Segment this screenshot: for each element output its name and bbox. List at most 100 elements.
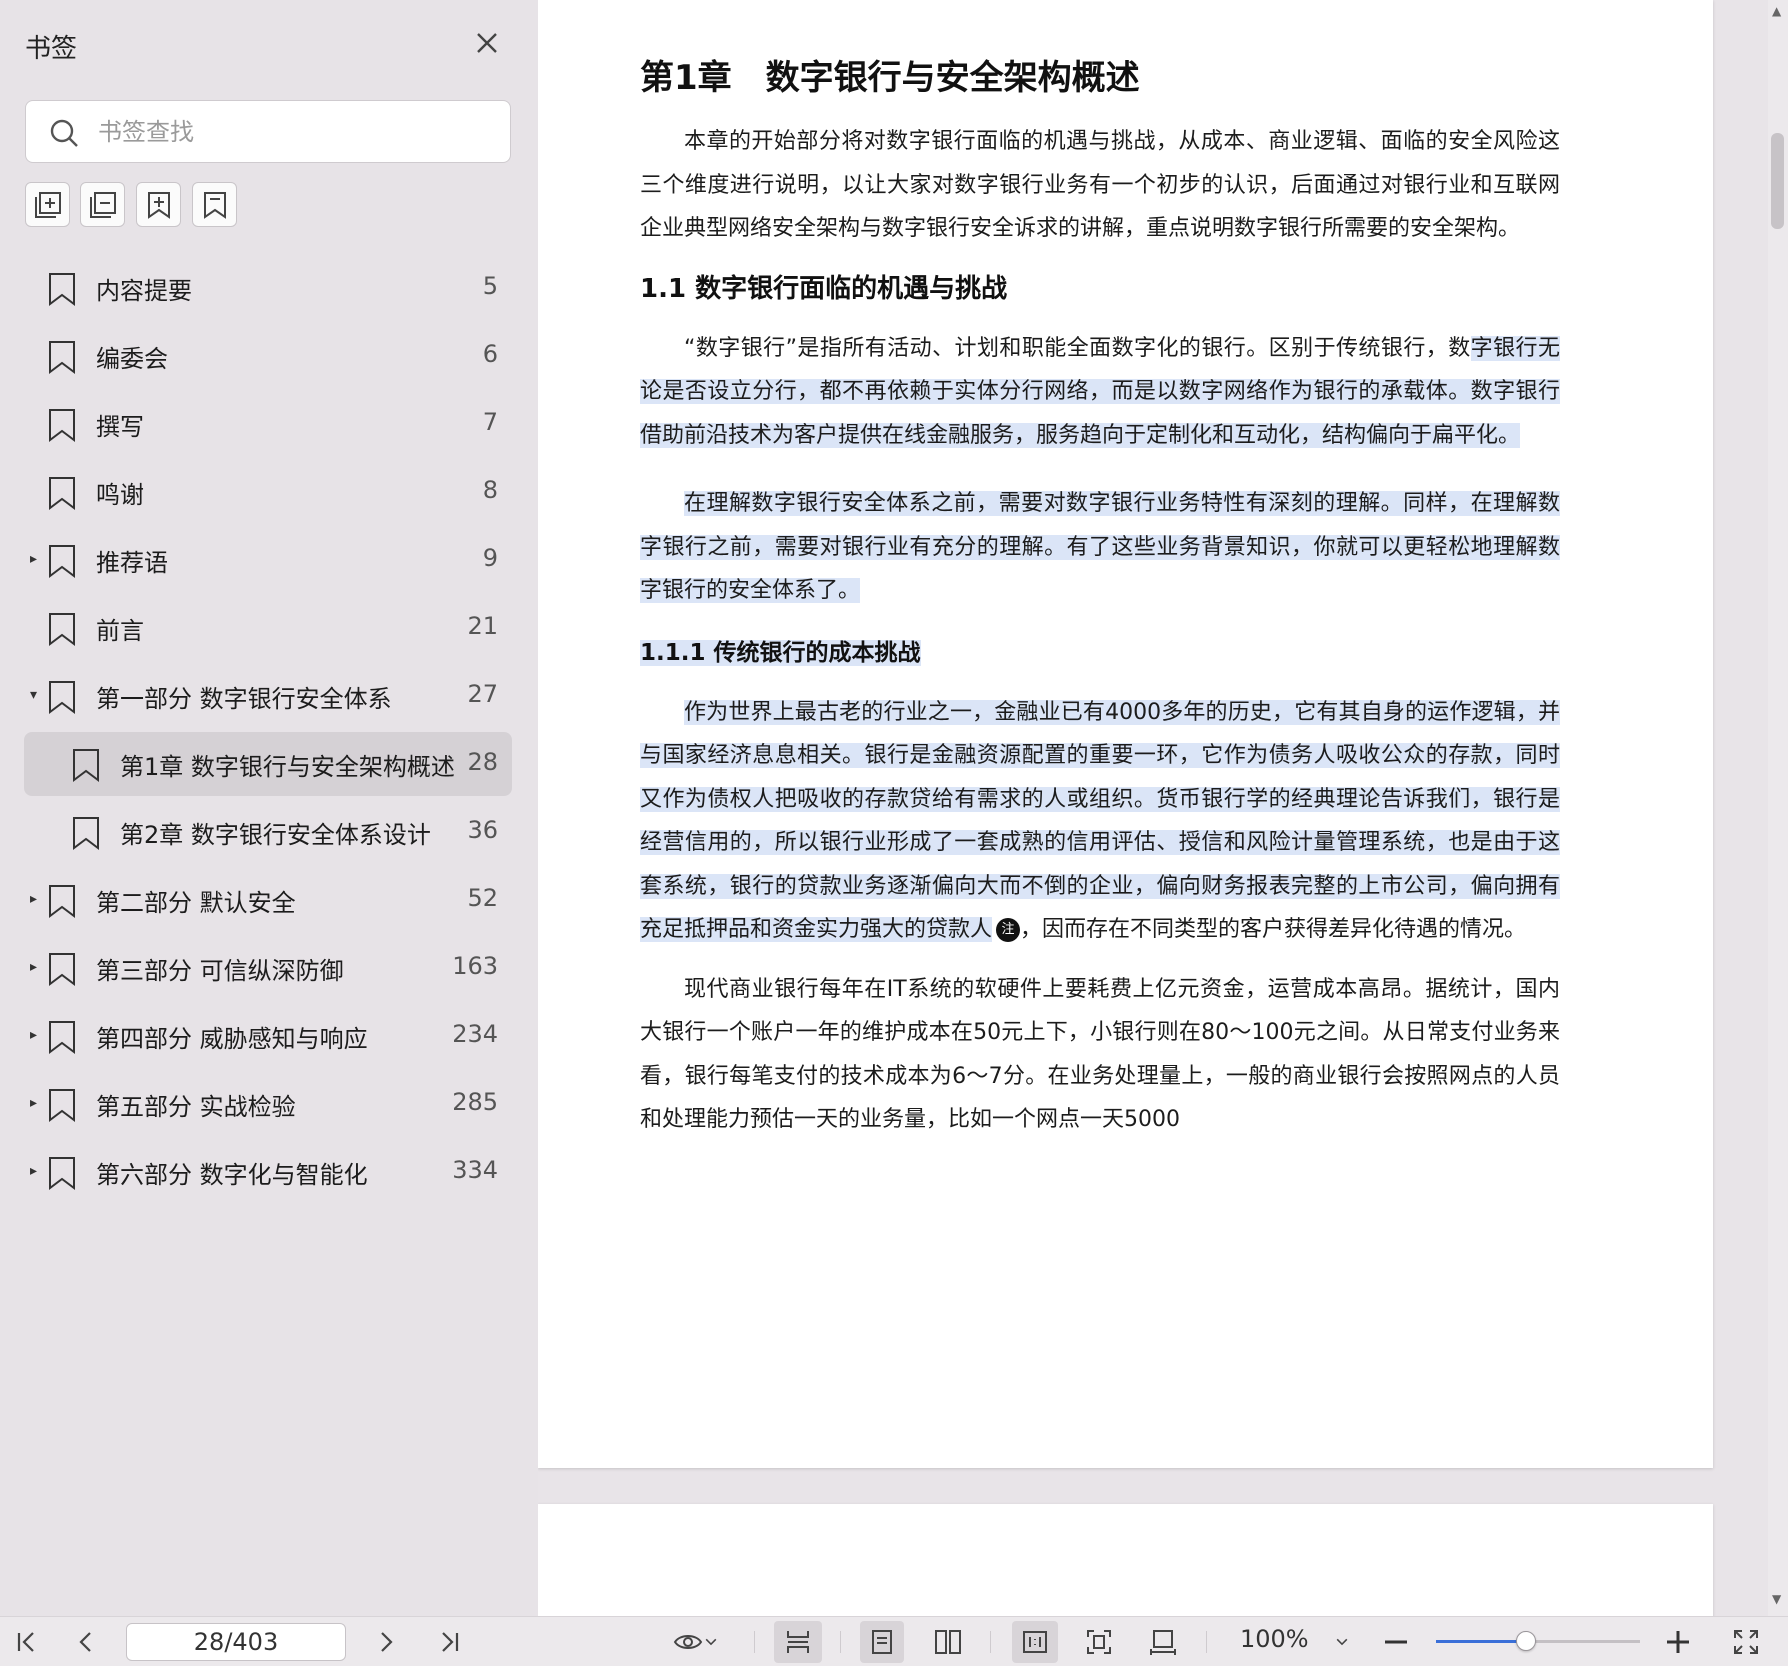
bookmark-icon [49,613,75,646]
bookmark-label: 前言 [96,617,144,645]
double-page-button[interactable] [926,1621,970,1663]
continuous-scroll-icon [787,1631,809,1653]
bookmark-item[interactable]: 撰写 7 [24,392,512,456]
bookmark-icon [73,817,99,850]
zoom-out-button[interactable] [1378,1621,1414,1663]
bookmark-search-input[interactable] [98,101,498,162]
bookmark-item[interactable]: 编委会 6 [24,324,512,388]
zoom-slider-thumb[interactable] [1515,1631,1536,1651]
paragraph-digital-bank[interactable]: “数字银行”是指所有活动、计划和职能全面数字化的银行。区别于传统银行，数字银行无… [640,327,1560,458]
chevron-right-icon [381,1632,393,1652]
paragraph-understanding[interactable]: 在理解数字银行安全体系之前，需要对数字银行业务特性有深刻的理解。同样，在理解数字… [640,482,1560,613]
intro-paragraph[interactable]: 本章的开始部分将对数字银行面临的机遇与挑战，从成本、商业逻辑、面临的安全风险这三… [640,120,1560,251]
bookmark-item[interactable]: ▸ 第三部分 可信纵深防御 163 [24,936,512,1000]
bookmark-item[interactable]: 第2章 数字银行安全体系设计 36 [24,800,512,864]
bookmark-button[interactable] [192,182,237,227]
expand-arrow-icon[interactable] [30,278,42,296]
bookmark-icon [49,885,75,918]
fit-page-button[interactable] [1076,1621,1122,1663]
bookmark-item[interactable]: 第1章 数字银行与安全架构概述 28 [24,732,512,796]
scroll-down-icon[interactable]: ▼ [1772,1592,1781,1606]
document-page: 第1章 数字银行与安全架构概述 本章的开始部分将对数字银行面临的机遇与挑战，从成… [538,0,1713,1468]
bookmark-page-number: 5 [482,272,498,300]
last-page-button[interactable] [430,1621,470,1663]
expand-arrow-icon[interactable] [30,414,42,432]
zoom-dropdown-button[interactable] [1328,1621,1356,1663]
close-sidebar-button[interactable] [470,26,504,60]
expand-arrow-icon[interactable] [30,618,42,636]
paragraph-traditional-cost[interactable]: 作为世界上最古老的行业之一，金融业已有4000多年的历史，它有其自身的运作逻辑，… [640,691,1560,952]
expand-arrow-icon[interactable] [30,346,42,364]
highlighted-text: 在理解数字银行安全体系之前，需要对数字银行业务特性有深刻的理解。同样，在理解数字… [640,491,1560,603]
bookmark-label: 推荐语 [96,549,168,577]
next-page-button[interactable] [366,1621,406,1663]
first-page-icon [17,1632,34,1652]
chevron-down-icon [1336,1638,1348,1646]
bookmark-label: 第六部分 数字化与智能化 [96,1161,368,1189]
page-number-input[interactable] [126,1623,346,1661]
bookmark-search-box[interactable] [25,100,511,163]
first-page-button[interactable] [6,1621,46,1663]
expand-arrow-icon[interactable]: ▸ [30,1026,42,1044]
expand-arrow-icon[interactable]: ▸ [30,1094,42,1112]
view-mode-button[interactable] [664,1621,728,1663]
footnote-icon[interactable]: 注 [996,918,1021,942]
continuous-scroll-button[interactable] [774,1621,822,1663]
expand-arrow-icon[interactable]: ▸ [30,1162,42,1180]
bookmark-item[interactable]: ▸ 第五部分 实战检验 285 [24,1072,512,1136]
expand-arrow-icon[interactable]: ▸ [30,550,42,568]
bookmark-label: 第三部分 可信纵深防御 [96,957,344,985]
add-bookmark-button[interactable] [136,182,181,227]
zoom-level[interactable]: 100% [1240,1625,1309,1653]
bottom-toolbar: 100% [0,1616,1788,1666]
eye-icon [673,1635,703,1649]
highlighted-text: 作为世界上最古老的行业之一，金融业已有4000多年的历史，它有其自身的运作逻辑，… [640,699,1560,942]
expand-arrow-icon[interactable] [30,754,42,772]
bookmark-item[interactable]: 前言 21 [24,596,512,660]
bookmark-label: 第二部分 默认安全 [96,889,296,917]
search-icon [50,119,78,147]
paragraph-it-cost[interactable]: 现代商业银行每年在IT系统的软硬件上要耗费上亿元资金，运营成本高昂。据统计，国内… [640,968,1560,1142]
previous-page-button[interactable] [66,1621,106,1663]
plus-icon [1667,1631,1689,1653]
zoom-slider-fill [1436,1640,1526,1643]
expand-arrow-icon[interactable]: ▸ [30,958,42,976]
document-viewport[interactable]: 第1章 数字银行与安全架构概述 本章的开始部分将对数字银行面临的机遇与挑战，从成… [538,0,1768,1616]
add-bookmark-icon [147,191,170,219]
expand-arrow-icon[interactable] [30,822,42,840]
bookmark-icon [49,1021,75,1054]
bookmark-item[interactable]: ▾ 第一部分 数字银行安全体系 27 [24,664,512,728]
expand-arrow-icon[interactable] [30,482,42,500]
bookmark-item[interactable]: 鸣谢 8 [24,460,512,524]
fit-width-button[interactable] [1140,1621,1186,1663]
expand-all-icon [34,191,61,218]
single-page-button[interactable] [860,1621,904,1663]
highlighted-heading: 1.1.1 传统银行的成本挑战 [640,639,921,666]
bookmark-item[interactable]: ▸ 第二部分 默认安全 52 [24,868,512,932]
actual-size-button[interactable] [1012,1621,1058,1663]
bookmark-item[interactable]: ▸ 第四部分 威胁感知与响应 234 [24,1004,512,1068]
bookmark-item[interactable]: 内容提要 5 [24,256,512,320]
toolbar-divider [840,1631,841,1653]
scroll-up-icon[interactable]: ▲ [1772,4,1781,18]
expand-arrow-icon[interactable]: ▸ [30,890,42,908]
zoom-slider[interactable] [1436,1631,1640,1651]
bookmark-icon [49,545,75,578]
bookmark-item[interactable]: ▸ 第六部分 数字化与智能化 334 [24,1140,512,1204]
bookmark-page-number: 8 [482,476,498,504]
scrollbar-thumb[interactable] [1771,133,1784,229]
single-page-icon [872,1630,892,1654]
fullscreen-button[interactable] [1726,1621,1766,1663]
toolbar-divider [1206,1631,1207,1653]
minus-icon [1385,1640,1407,1644]
expand-all-button[interactable] [25,182,70,227]
section-heading-1-1-1: 1.1.1 传统银行的成本挑战 [640,633,1560,673]
bookmark-page-number: 163 [452,952,498,980]
bookmark-item[interactable]: ▸ 推荐语 9 [24,528,512,592]
expanded-arrow-icon[interactable]: ▾ [30,686,42,704]
vertical-scrollbar[interactable]: ▲ ▼ [1768,0,1788,1616]
zoom-in-button[interactable] [1660,1621,1696,1663]
collapse-all-button[interactable] [80,182,125,227]
paragraph-text: ，因而存在不同类型的客户获得差异化待遇的情况。 [1020,917,1527,942]
bookmark-icon [49,953,75,986]
